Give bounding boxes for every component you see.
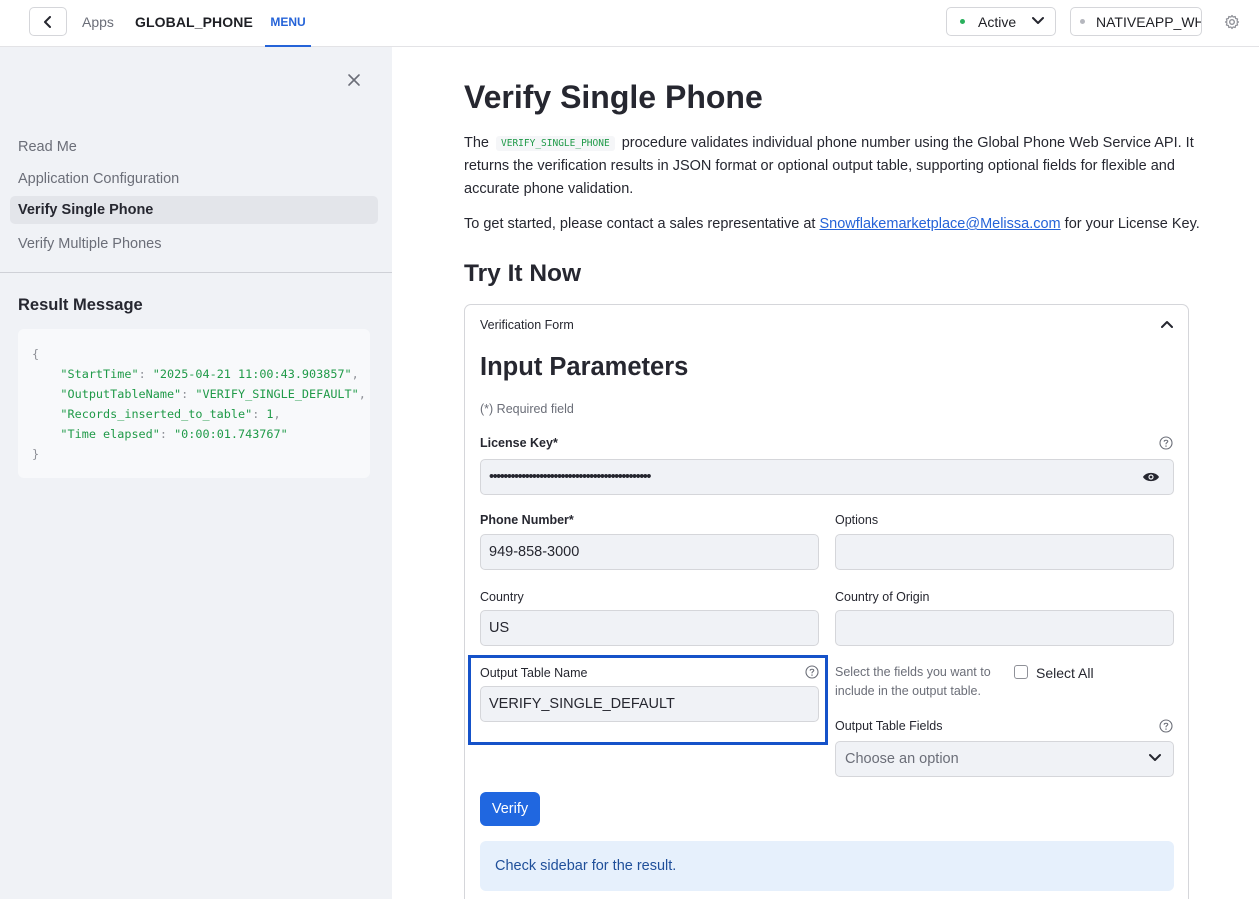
intro-prefix: The (464, 135, 494, 151)
sidebar-item-verify-single-phone[interactable]: Verify Single Phone (10, 196, 378, 224)
output-table-fields-select[interactable]: Choose an option (835, 741, 1174, 777)
output-table-name-input[interactable]: VERIFY_SINGLE_DEFAULT (480, 686, 819, 722)
status-label: Active (978, 13, 1017, 30)
gear-icon[interactable] (1224, 14, 1240, 30)
json-value: "VERIFY_SINGLE_DEFAULT" (195, 387, 359, 401)
eye-icon[interactable] (1142, 471, 1160, 483)
json-value: "2025-04-21 11:00:43.903857" (152, 367, 352, 381)
sidebar: Read Me Application Configuration Verify… (0, 47, 392, 899)
warehouse-dot (1080, 19, 1085, 24)
json-key: "Time elapsed" (60, 427, 160, 441)
json-value: "0:00:01.743767" (174, 427, 288, 441)
json-key: "Records_inserted_to_table" (60, 407, 253, 421)
json-open-brace: { (32, 347, 40, 361)
output-fields-placeholder: Choose an option (845, 751, 959, 767)
output-table-name-label: Output Table Name (480, 666, 588, 680)
country-input[interactable]: US (480, 610, 819, 646)
back-button[interactable] (29, 7, 67, 36)
country-label: Country (480, 590, 524, 604)
output-table-fields-label: Output Table Fields (835, 719, 943, 733)
required-note: (*) Required field (480, 402, 574, 416)
json-close-brace: } (32, 447, 40, 461)
select-all-label[interactable]: Select All (1036, 665, 1094, 681)
country-of-origin-label: Country of Origin (835, 590, 930, 604)
top-bar: Apps GLOBAL_PHONE MENU Active NATIVEAPP_… (0, 0, 1259, 47)
chevron-up-icon[interactable] (1161, 319, 1173, 329)
close-icon[interactable] (346, 72, 362, 88)
result-message-title: Result Message (18, 296, 143, 314)
intro-paragraph: The VERIFY_SINGLE_PHONE procedure valida… (464, 132, 1194, 201)
json-key: "StartTime" (60, 367, 139, 381)
status-dot (960, 19, 965, 24)
chevron-down-icon (1032, 17, 1044, 24)
input-parameters-title: Input Parameters (480, 353, 689, 381)
options-label: Options (835, 513, 879, 527)
phone-number-input[interactable]: 949-858-3000 (480, 534, 819, 570)
try-it-now-title: Try It Now (464, 260, 582, 287)
breadcrumb-app-name: GLOBAL_PHONE (135, 14, 253, 30)
phone-number-label: Phone Number* (480, 513, 574, 527)
country-of-origin-input[interactable] (835, 610, 1174, 646)
select-all-checkbox[interactable] (1014, 665, 1028, 679)
output-fields-hint: Select the fields you want to include in… (835, 665, 991, 698)
json-line: "StartTime": "2025-04-21 11:00:43.903857… (60, 367, 359, 381)
chevron-left-icon (44, 15, 51, 28)
sidebar-item-application-configuration[interactable]: Application Configuration (10, 165, 378, 193)
breadcrumb-apps[interactable]: Apps (82, 14, 114, 30)
contact-email-link[interactable]: Snowflakemarketplace@Melissa.com (819, 216, 1060, 232)
sidebar-item-read-me[interactable]: Read Me (10, 133, 378, 161)
page-title: Verify Single Phone (464, 79, 763, 115)
chevron-down-icon (1149, 754, 1161, 761)
json-line: "OutputTableName": "VERIFY_SINGLE_DEFAUL… (60, 387, 366, 401)
help-icon[interactable] (805, 665, 819, 679)
verify-button[interactable]: Verify (480, 792, 540, 826)
result-json-block: { "StartTime": "2025-04-21 11:00:43.9038… (18, 329, 370, 478)
contact-suffix: for your License Key. (1064, 216, 1200, 232)
contact-paragraph: To get started, please contact a sales r… (464, 216, 1200, 232)
sidebar-item-verify-multiple-phones[interactable]: Verify Multiple Phones (10, 230, 378, 258)
json-value: 1 (266, 407, 274, 421)
main-content: Verify Single Phone The VERIFY_SINGLE_PH… (392, 47, 1259, 899)
status-dropdown[interactable]: Active (946, 7, 1056, 36)
procedure-code: VERIFY_SINGLE_PHONE (496, 136, 615, 151)
info-alert: Check sidebar for the result. (480, 841, 1174, 891)
help-icon[interactable] (1159, 719, 1173, 733)
warehouse-label: NATIVEAPP_WH (1096, 13, 1202, 30)
form-expander-header[interactable]: Verification Form (480, 318, 574, 332)
warehouse-selector[interactable]: NATIVEAPP_WH (1070, 7, 1202, 36)
contact-prefix: To get started, please contact a sales r… (464, 216, 816, 232)
json-line: "Time elapsed": "0:00:01.743767" (60, 427, 288, 441)
json-key: "OutputTableName" (60, 387, 182, 401)
help-icon[interactable] (1159, 436, 1173, 450)
license-key-label: License Key* (480, 436, 558, 450)
tab-menu[interactable]: MENU (265, 0, 311, 47)
sidebar-divider (0, 272, 392, 273)
json-line: "Records_inserted_to_table": 1, (60, 407, 281, 421)
verification-form-card: Verification Form Input Parameters (*) R… (464, 304, 1189, 899)
license-key-input[interactable]: ••••••••••••••••••••••••••••••••••••••••… (480, 459, 1174, 495)
options-input[interactable] (835, 534, 1174, 570)
